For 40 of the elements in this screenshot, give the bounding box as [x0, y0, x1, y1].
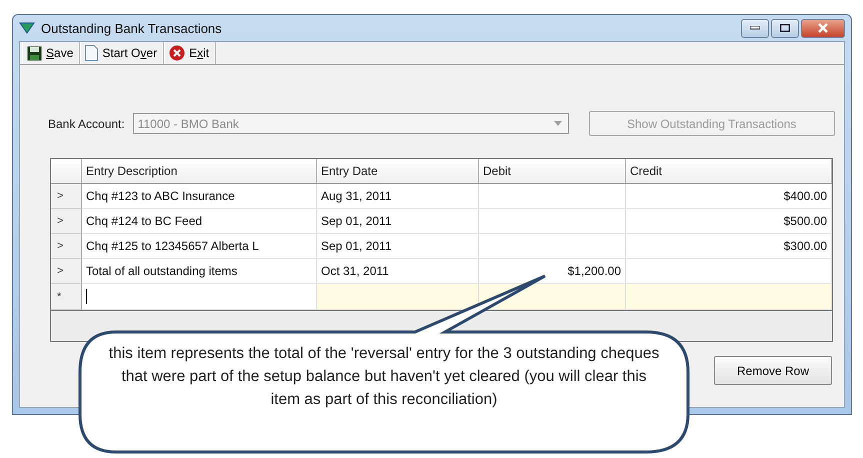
row-marker[interactable]: >: [51, 184, 82, 209]
table-cell: Chq #125 to 12345657 Alberta L: [82, 234, 317, 259]
column-header[interactable]: Credit: [626, 159, 832, 183]
table-cell: Chq #124 to BC Feed: [82, 209, 317, 234]
row-marker[interactable]: *: [51, 284, 82, 310]
row-marker[interactable]: >: [51, 234, 82, 259]
close-icon: [169, 45, 186, 61]
exit-button[interactable]: Exit: [164, 42, 216, 64]
table-cell: Total of all outstanding items: [82, 259, 317, 284]
dropdown-arrow-icon: [554, 121, 562, 126]
callout-text: this item represents the total of the 'reversal' entry for the 3 outstanding cheques that were part of the setup balance but haven't yet cleared (you will clear this item as part of this reconciliation): [108, 344, 660, 410]
table-cell: Aug 31, 2011: [317, 184, 479, 209]
column-header[interactable]: Debit: [479, 159, 626, 183]
column-header[interactable]: Entry Date: [317, 159, 479, 183]
input-field[interactable]: [82, 284, 317, 310]
table-cell: Chq #123 to ABC Insurance: [82, 184, 317, 209]
table-cell: Oct 31, 2011: [317, 259, 479, 284]
row-marker[interactable]: >: [51, 259, 82, 284]
table-cell: $1,200.00: [479, 259, 626, 284]
save-button[interactable]: Save: [22, 42, 80, 64]
window-title: Outstanding Bank Transactions: [41, 20, 222, 36]
column-header[interactable]: Entry Description: [82, 159, 317, 183]
table-cell: $300.00: [626, 234, 832, 259]
remove-row-button[interactable]: Remove Row: [714, 356, 832, 385]
table-cell: Sep 01, 2011: [317, 209, 479, 234]
maximize-icon: [780, 24, 790, 32]
close-icon: [817, 23, 829, 33]
table-cell: $400.00: [626, 184, 832, 209]
maximize-button[interactable]: [771, 18, 799, 38]
table-cell: Sep 01, 2011: [317, 234, 479, 259]
table-cell: $500.00: [626, 209, 832, 234]
row-header-corner: [51, 159, 82, 183]
start-over-button[interactable]: Start Over: [80, 42, 164, 64]
document-icon: [85, 45, 98, 61]
app-logo-icon: [19, 22, 35, 34]
minimize-icon: [750, 26, 760, 30]
field-label: Bank Account:: [48, 116, 125, 130]
row-marker[interactable]: >: [51, 209, 82, 234]
close-button[interactable]: [801, 18, 845, 38]
minimize-button[interactable]: [741, 18, 769, 38]
